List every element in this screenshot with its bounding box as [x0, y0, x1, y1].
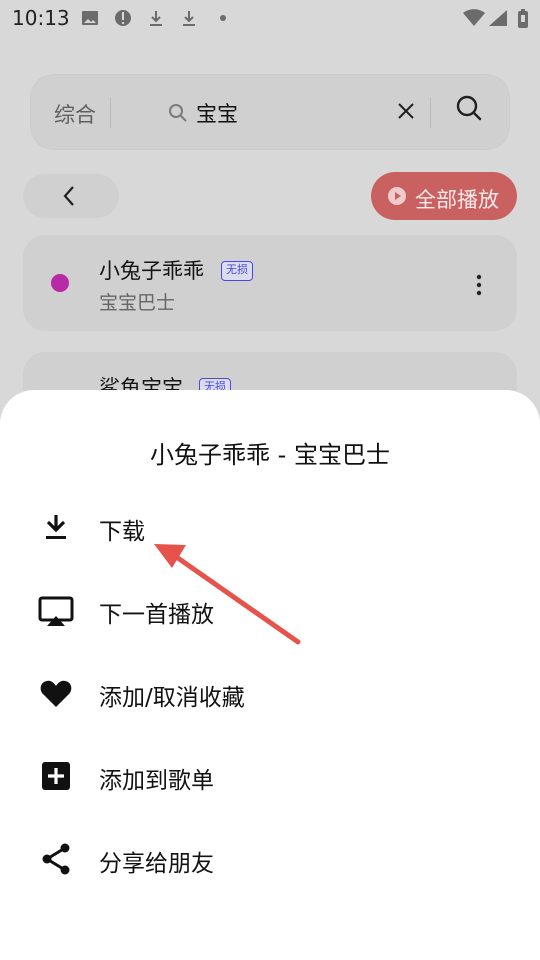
gallery-icon — [82, 11, 98, 25]
wifi-icon — [463, 9, 485, 26]
sheet-title: 小兔子乖乖 - 宝宝巴士 — [150, 441, 390, 469]
song-action-sheet: 小兔子乖乖 - 宝宝巴士 下载 下一首播放 添加/取消收藏 添加到歌单 分享给朋… — [0, 390, 540, 960]
menu-label: 添加/取消收藏 — [99, 685, 245, 711]
menu-label: 下一首播放 — [99, 602, 214, 628]
play-circle-icon — [388, 187, 406, 205]
search-button[interactable] — [455, 94, 483, 122]
song-title: 小兔子乖乖 — [99, 259, 204, 283]
menu-item-play-next[interactable]: 下一首播放 — [0, 568, 540, 652]
download-status-icon — [150, 11, 162, 26]
song-item-1[interactable]: 小兔子乖乖 无损 宝宝巴士 — [23, 235, 517, 331]
menu-item-download[interactable]: 下载 — [0, 485, 540, 569]
search-query: 宝宝 — [196, 102, 238, 126]
search-category[interactable]: 综合 — [54, 99, 96, 129]
menu-label: 添加到歌单 — [99, 768, 214, 794]
back-button[interactable] — [23, 174, 119, 218]
play-all-button[interactable]: 全部播放 — [371, 172, 517, 220]
battery-icon — [518, 9, 528, 28]
search-mini-icon — [169, 104, 187, 122]
search-divider — [110, 98, 111, 128]
more-vert-icon[interactable] — [475, 273, 483, 297]
signal-icon — [489, 10, 507, 26]
menu-item-share[interactable]: 分享给朋友 — [0, 817, 540, 901]
alert-icon — [115, 10, 131, 26]
menu-item-favorite[interactable]: 添加/取消收藏 — [0, 651, 540, 735]
menu-label: 分享给朋友 — [99, 851, 214, 877]
share-icon — [42, 843, 70, 875]
lossless-badge: 无损 — [221, 261, 253, 281]
search-bar[interactable]: 综合 宝宝 — [30, 74, 510, 150]
play-all-label: 全部播放 — [415, 188, 499, 212]
status-bar: 10:13 — [0, 0, 540, 38]
search-input[interactable]: 宝宝 — [165, 96, 375, 128]
add-box-icon — [42, 762, 70, 790]
status-time: 10:13 — [12, 6, 70, 30]
chevron-left-icon — [63, 186, 74, 206]
clear-search-button[interactable] — [396, 101, 416, 121]
dot-icon — [220, 15, 226, 21]
now-playing-dot — [51, 274, 69, 292]
download-status-icon-2 — [183, 11, 195, 26]
heart-icon — [40, 680, 72, 707]
song-artist: 宝宝巴士 — [99, 292, 176, 314]
search-divider-2 — [430, 98, 431, 128]
menu-item-add-playlist[interactable]: 添加到歌单 — [0, 734, 540, 818]
download-icon — [46, 515, 66, 539]
cast-icon — [38, 596, 74, 626]
menu-label: 下载 — [99, 519, 145, 545]
